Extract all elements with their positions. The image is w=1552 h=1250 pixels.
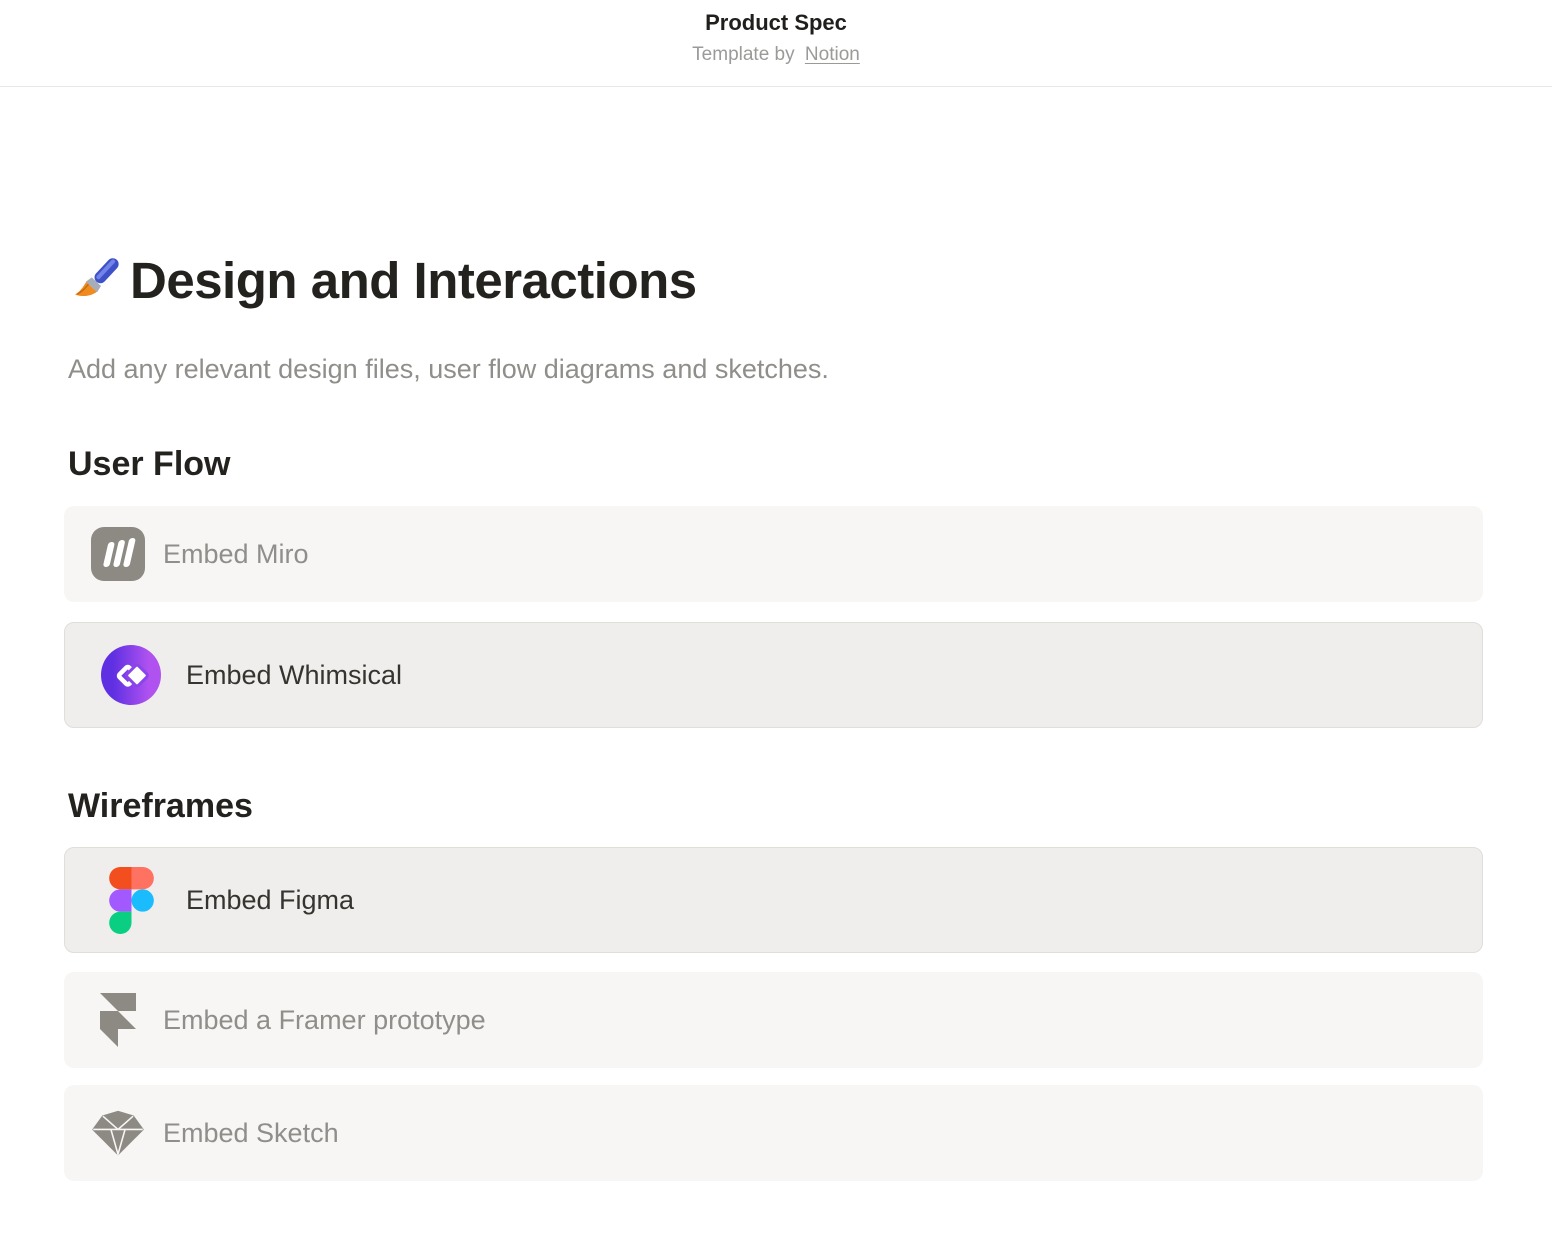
page-subtitle: Add any relevant design files, user flow… xyxy=(68,352,1483,386)
notion-link[interactable]: Notion xyxy=(805,44,860,65)
document-body: Design and Interactions Add any relevant… xyxy=(0,250,1552,1181)
embed-placeholder-sketch[interactable]: Embed Sketch xyxy=(64,1085,1483,1181)
framer-icon xyxy=(90,985,146,1055)
section-heading-user-flow: User Flow xyxy=(68,443,1483,485)
embed-placeholder-whimsical[interactable]: Embed Whimsical xyxy=(64,622,1483,728)
embed-label: Embed Sketch xyxy=(163,1116,339,1150)
byline: Template by Notion xyxy=(0,42,1552,68)
embed-placeholder-figma[interactable]: Embed Figma xyxy=(64,847,1483,953)
miro-icon xyxy=(90,519,146,589)
embed-label: Embed Miro xyxy=(163,537,309,571)
byline-prefix: Template by xyxy=(692,44,794,65)
paintbrush-icon xyxy=(68,252,126,310)
doc-title-row: Design and Interactions xyxy=(68,250,1483,312)
figma-icon xyxy=(101,865,161,935)
section-heading-wireframes: Wireframes xyxy=(68,785,1483,827)
embed-label: Embed a Framer prototype xyxy=(163,1003,486,1037)
page-title: Design and Interactions xyxy=(130,250,697,312)
whimsical-icon xyxy=(101,640,161,710)
embed-placeholder-miro[interactable]: Embed Miro xyxy=(64,506,1483,602)
window-title: Product Spec xyxy=(0,8,1552,38)
sketch-icon xyxy=(90,1098,146,1168)
page-header: Product Spec Template by Notion xyxy=(0,0,1552,87)
embed-label: Embed Whimsical xyxy=(186,658,402,692)
embed-label: Embed Figma xyxy=(186,883,354,917)
embed-placeholder-framer[interactable]: Embed a Framer prototype xyxy=(64,972,1483,1068)
